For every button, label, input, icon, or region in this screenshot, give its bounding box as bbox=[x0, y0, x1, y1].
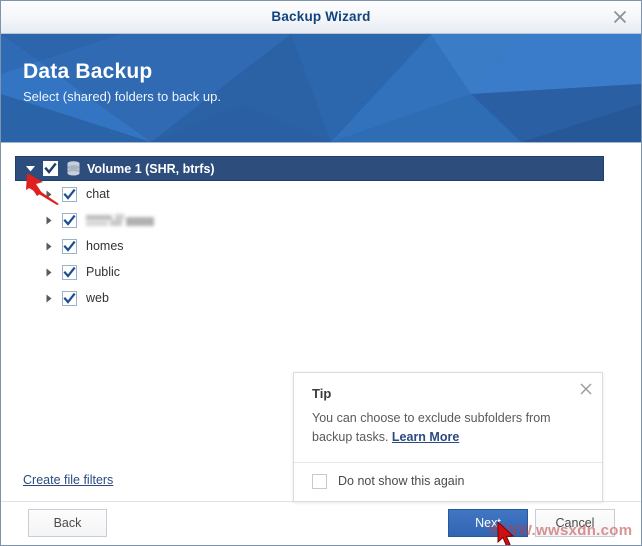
tip-text: You can choose to exclude subfolders fro… bbox=[312, 409, 560, 448]
disk-volume-icon bbox=[66, 161, 80, 177]
chevron-right-icon[interactable] bbox=[41, 212, 57, 228]
folder-checkbox[interactable] bbox=[62, 212, 77, 228]
tip-body: Tip You can choose to exclude subfolders… bbox=[294, 373, 602, 462]
create-file-filters-link[interactable]: Create file filters bbox=[23, 473, 113, 487]
folder-label: chat bbox=[86, 187, 110, 201]
folder-tree: Volume 1 (SHR, btrfs) chat homes Public … bbox=[15, 156, 604, 311]
tip-popup: Tip You can choose to exclude subfolders… bbox=[293, 372, 603, 502]
chevron-right-icon[interactable] bbox=[41, 186, 57, 202]
folder-checkbox[interactable] bbox=[62, 264, 77, 280]
tree-row-folder[interactable]: chat bbox=[15, 181, 604, 207]
volume-label: Volume 1 (SHR, btrfs) bbox=[87, 161, 215, 176]
folder-label: homes bbox=[86, 239, 124, 253]
chevron-down-icon[interactable] bbox=[22, 161, 38, 177]
page-title: Data Backup bbox=[23, 60, 153, 83]
title-bar: Backup Wizard bbox=[1, 1, 641, 34]
folder-label-redacted bbox=[86, 213, 154, 227]
chevron-right-icon[interactable] bbox=[41, 290, 57, 306]
tree-row-volume[interactable]: Volume 1 (SHR, btrfs) bbox=[15, 156, 604, 181]
close-icon[interactable] bbox=[607, 5, 633, 29]
folder-checkbox[interactable] bbox=[62, 238, 77, 254]
banner-text-block: Data Backup Select (shared) folders to b… bbox=[23, 60, 221, 105]
footer-bar: Back Next Cancel bbox=[1, 501, 641, 545]
next-button[interactable]: Next bbox=[448, 509, 528, 537]
cancel-button[interactable]: Cancel bbox=[535, 509, 615, 537]
tip-close-icon[interactable] bbox=[578, 381, 594, 397]
volume-checkbox[interactable] bbox=[43, 161, 58, 176]
do-not-show-again-checkbox[interactable] bbox=[312, 473, 327, 489]
learn-more-link[interactable]: Learn More bbox=[392, 430, 459, 444]
tree-row-folder[interactable]: Public bbox=[15, 259, 604, 285]
backup-wizard-window: Backup Wizard Data Backup Select (shared… bbox=[0, 0, 642, 546]
page-subtitle: Select (shared) folders to back up. bbox=[23, 89, 221, 105]
do-not-show-again-label: Do not show this again bbox=[338, 474, 465, 489]
window-title: Backup Wizard bbox=[271, 9, 371, 24]
folder-label: web bbox=[86, 291, 109, 305]
tree-row-folder[interactable] bbox=[15, 207, 604, 233]
tree-row-folder[interactable]: homes bbox=[15, 233, 604, 259]
folder-label: Public bbox=[86, 265, 121, 279]
chevron-right-icon[interactable] bbox=[41, 264, 57, 280]
tip-footer: Do not show this again bbox=[294, 461, 602, 501]
folder-checkbox[interactable] bbox=[62, 290, 77, 306]
chevron-right-icon[interactable] bbox=[41, 238, 57, 254]
back-button[interactable]: Back bbox=[28, 509, 107, 537]
tip-title: Tip bbox=[312, 386, 332, 401]
wizard-banner: Data Backup Select (shared) folders to b… bbox=[1, 34, 641, 143]
folder-checkbox[interactable] bbox=[62, 186, 77, 202]
tree-row-folder[interactable]: web bbox=[15, 285, 604, 311]
